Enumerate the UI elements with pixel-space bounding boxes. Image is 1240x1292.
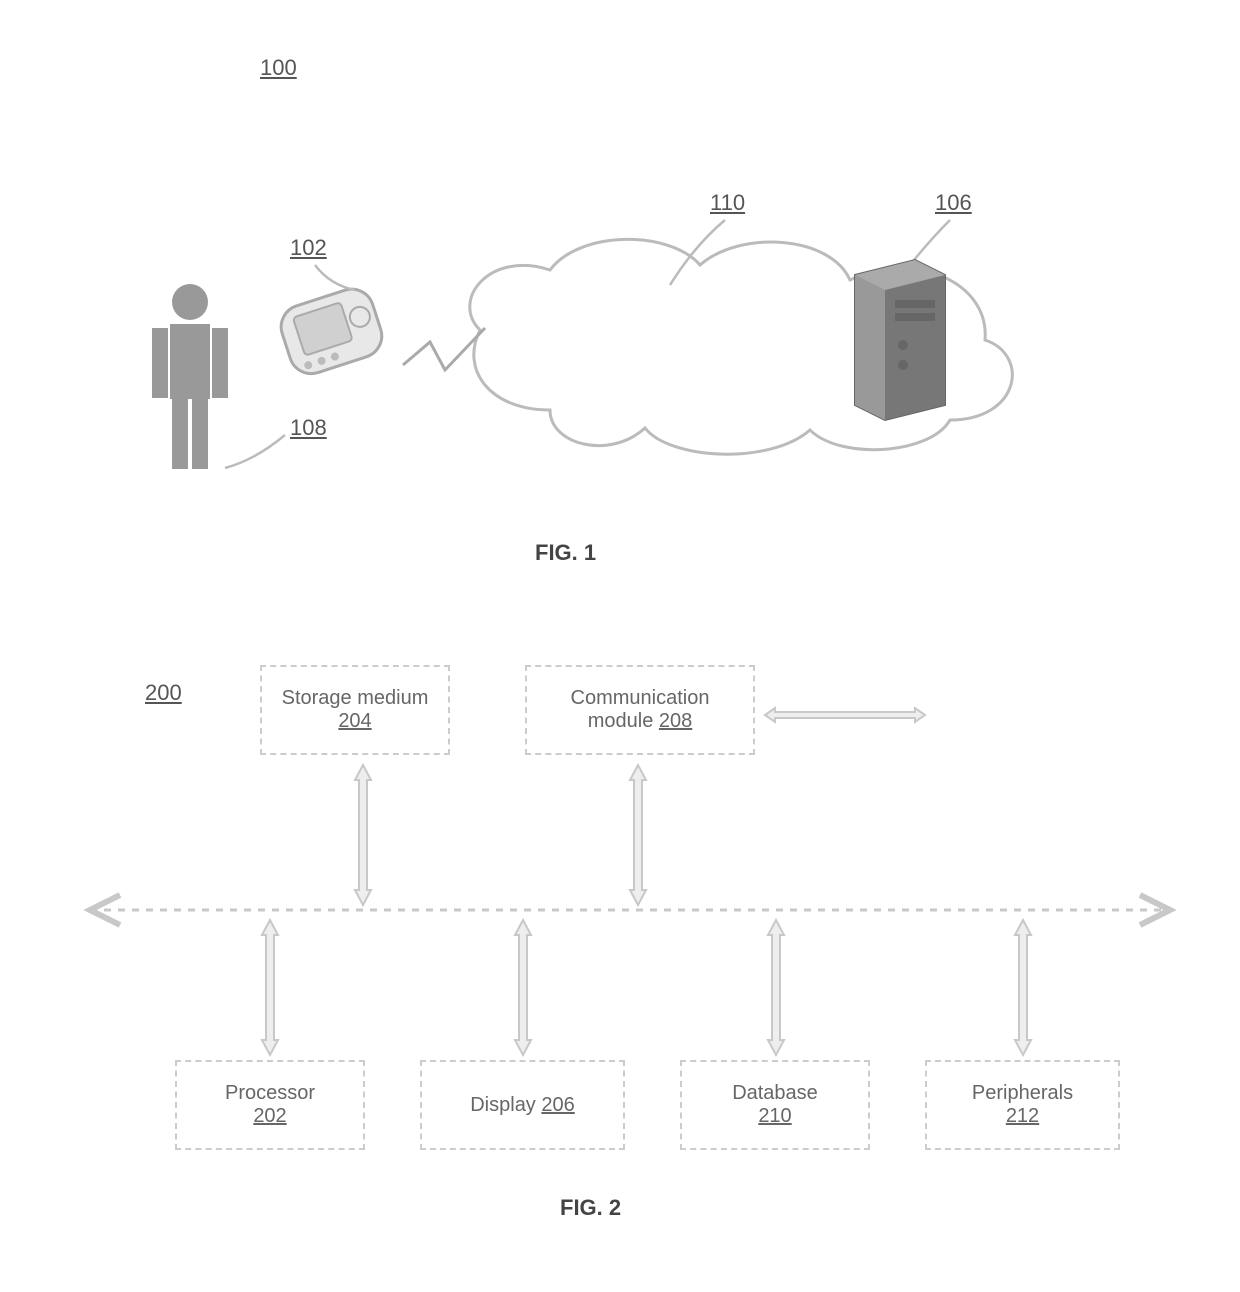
- display-box: Display 206: [420, 1060, 625, 1150]
- database-label: Database: [732, 1082, 818, 1105]
- peripherals-box: Peripherals 212: [925, 1060, 1120, 1150]
- processor-label: Processor: [225, 1082, 315, 1105]
- database-ref: 210: [758, 1105, 791, 1128]
- storage-box: Storage medium 204: [260, 665, 450, 755]
- ref-100: 100: [260, 55, 297, 81]
- fig1-label: FIG. 1: [535, 540, 596, 566]
- display-label: Display: [470, 1094, 541, 1116]
- ref-108: 108: [290, 415, 327, 441]
- ref-200: 200: [145, 680, 182, 706]
- database-box: Database 210: [680, 1060, 870, 1150]
- comm-text: Communication module 208: [535, 687, 745, 733]
- storage-label: Storage medium: [282, 687, 429, 709]
- display-ref: 206: [541, 1094, 574, 1116]
- display-text: Display 206: [470, 1094, 575, 1117]
- peripherals-ref: 212: [1006, 1105, 1039, 1128]
- comm-external-arrow: [760, 700, 940, 730]
- storage-text: Storage medium 204: [270, 687, 440, 733]
- server-icon: [845, 255, 955, 425]
- fig2-label: FIG. 2: [560, 1195, 621, 1221]
- ref-102: 102: [290, 235, 327, 261]
- bus-line: [70, 750, 1190, 1070]
- pointer-110: [655, 215, 765, 295]
- processor-ref: 202: [253, 1105, 286, 1128]
- pointer-102: [310, 260, 370, 300]
- comm-box: Communication module 208: [525, 665, 755, 755]
- wireless-icon: [395, 320, 495, 390]
- peripherals-label: Peripherals: [972, 1082, 1073, 1105]
- processor-box: Processor 202: [175, 1060, 365, 1150]
- pointer-108: [215, 430, 295, 480]
- comm-ref: 208: [659, 710, 692, 732]
- storage-ref: 204: [338, 710, 371, 732]
